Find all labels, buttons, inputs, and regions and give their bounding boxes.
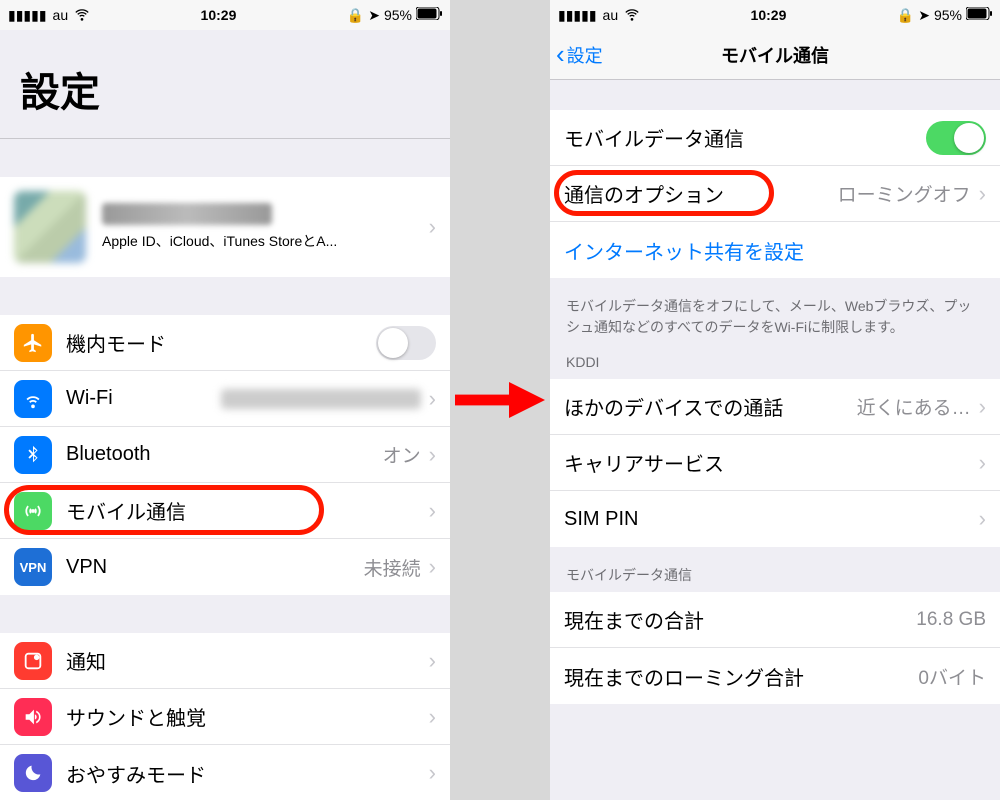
wifi-label: Wi-Fi bbox=[66, 387, 113, 410]
signal-icon: ▮▮▮▮▮ bbox=[8, 7, 47, 24]
data-options-value: ローミングオフ bbox=[838, 180, 971, 207]
page-title: 設定 bbox=[0, 30, 450, 138]
status-bar: ▮▮▮▮▮ au 10:29 🔒 ➤ 95% bbox=[550, 0, 1000, 30]
chevron-right-icon: › bbox=[429, 760, 436, 786]
data-options-label: 通信のオプション bbox=[564, 179, 724, 208]
sounds-icon bbox=[14, 698, 52, 736]
nav-bar: ‹ 設定 モバイル通信 bbox=[550, 30, 1000, 80]
notifications-icon bbox=[14, 642, 52, 680]
battery-percent: 95% bbox=[934, 7, 962, 23]
chevron-right-icon: › bbox=[979, 394, 986, 420]
bluetooth-label: Bluetooth bbox=[66, 443, 151, 466]
dnd-label: おやすみモード bbox=[66, 759, 206, 788]
airplane-label: 機内モード bbox=[66, 328, 166, 357]
lock-icon: 🔒 bbox=[897, 7, 914, 24]
mobile-data-screen: ▮▮▮▮▮ au 10:29 🔒 ➤ 95% ‹ 設定 モバイル通信 モバイルデ… bbox=[550, 0, 1000, 800]
mobile-data-footer: モバイルデータ通信をオフにして、メール、Webブラウズ、プッシュ通知などのすべて… bbox=[550, 278, 1000, 346]
bluetooth-icon bbox=[14, 436, 52, 474]
mobile-data-label: モバイルデータ通信 bbox=[564, 123, 744, 152]
total-usage-value: 16.8 GB bbox=[916, 609, 986, 631]
vpn-row[interactable]: VPN VPN 未接続 › bbox=[0, 539, 450, 595]
location-icon: ➤ bbox=[368, 7, 380, 24]
sim-pin-row[interactable]: SIM PIN › bbox=[550, 491, 1000, 547]
data-usage-header: モバイルデータ通信 bbox=[550, 547, 1000, 592]
chevron-right-icon: › bbox=[979, 450, 986, 476]
account-name-blurred bbox=[102, 203, 272, 225]
other-devices-label: ほかのデバイスでの通話 bbox=[564, 392, 783, 421]
airplane-icon bbox=[14, 324, 52, 362]
carrier-label: au bbox=[603, 7, 619, 23]
sounds-row[interactable]: サウンドと触覚 › bbox=[0, 689, 450, 745]
clock: 10:29 bbox=[90, 7, 347, 23]
other-devices-value: 近くにある… bbox=[857, 393, 971, 420]
roaming-usage-row: 現在までのローミング合計 0バイト bbox=[550, 648, 1000, 704]
wifi-icon bbox=[74, 6, 90, 25]
cellular-icon bbox=[14, 492, 52, 530]
total-usage-row: 現在までの合計 16.8 GB bbox=[550, 592, 1000, 648]
screen-title: モバイル通信 bbox=[550, 42, 1000, 68]
vpn-icon: VPN bbox=[14, 548, 52, 586]
roaming-usage-label: 現在までのローミング合計 bbox=[564, 662, 804, 691]
carrier-services-row[interactable]: キャリアサービス › bbox=[550, 435, 1000, 491]
data-options-row[interactable]: 通信のオプション ローミングオフ › bbox=[550, 166, 1000, 222]
hotspot-label: インターネット共有を設定 bbox=[564, 236, 804, 265]
wifi-row[interactable]: Wi-Fi › bbox=[0, 371, 450, 427]
sounds-label: サウンドと触覚 bbox=[66, 702, 206, 731]
apple-id-row[interactable]: Apple ID、iCloud、iTunes StoreとA... › bbox=[0, 177, 450, 277]
lock-icon: 🔒 bbox=[347, 7, 364, 24]
chevron-right-icon: › bbox=[429, 214, 436, 240]
account-subtitle: Apple ID、iCloud、iTunes StoreとA... bbox=[102, 231, 421, 251]
vpn-label: VPN bbox=[66, 556, 107, 579]
chevron-right-icon: › bbox=[429, 554, 436, 580]
chevron-right-icon: › bbox=[979, 181, 986, 207]
sim-pin-label: SIM PIN bbox=[564, 508, 638, 531]
chevron-right-icon: › bbox=[429, 442, 436, 468]
hotspot-row[interactable]: インターネット共有を設定 bbox=[550, 222, 1000, 278]
battery-icon bbox=[416, 7, 442, 23]
chevron-right-icon: › bbox=[429, 386, 436, 412]
battery-percent: 95% bbox=[384, 7, 412, 23]
chevron-right-icon: › bbox=[429, 498, 436, 524]
kddi-section-header: KDDI bbox=[550, 346, 1000, 379]
arrow-right-icon bbox=[455, 380, 545, 420]
mobile-data-toggle-row[interactable]: モバイルデータ通信 bbox=[550, 110, 1000, 166]
wifi-settings-icon bbox=[14, 380, 52, 418]
airplane-toggle[interactable] bbox=[376, 326, 436, 360]
settings-screen: ▮▮▮▮▮ au 10:29 🔒 ➤ 95% 設定 Apple ID、iClou… bbox=[0, 0, 450, 800]
mobile-data-toggle[interactable] bbox=[926, 121, 986, 155]
vpn-value: 未接続 bbox=[364, 554, 421, 581]
moon-icon bbox=[14, 754, 52, 792]
battery-icon bbox=[966, 7, 992, 23]
chevron-right-icon: › bbox=[429, 704, 436, 730]
notifications-row[interactable]: 通知 › bbox=[0, 633, 450, 689]
bluetooth-row[interactable]: Bluetooth オン › bbox=[0, 427, 450, 483]
total-usage-label: 現在までの合計 bbox=[564, 605, 704, 634]
location-icon: ➤ bbox=[918, 7, 930, 24]
wifi-value-blurred bbox=[221, 389, 421, 409]
mobile-label: モバイル通信 bbox=[66, 496, 186, 525]
dnd-row[interactable]: おやすみモード › bbox=[0, 745, 450, 800]
roaming-usage-value: 0バイト bbox=[918, 663, 986, 690]
airplane-mode-row[interactable]: 機内モード bbox=[0, 315, 450, 371]
carrier-services-label: キャリアサービス bbox=[564, 448, 724, 477]
clock: 10:29 bbox=[640, 7, 897, 23]
arrow-container bbox=[450, 0, 550, 800]
avatar bbox=[14, 191, 86, 263]
wifi-icon bbox=[624, 6, 640, 25]
status-bar: ▮▮▮▮▮ au 10:29 🔒 ➤ 95% bbox=[0, 0, 450, 30]
notifications-label: 通知 bbox=[66, 646, 106, 675]
chevron-right-icon: › bbox=[979, 506, 986, 532]
other-devices-row[interactable]: ほかのデバイスでの通話 近くにある… › bbox=[550, 379, 1000, 435]
carrier-label: au bbox=[53, 7, 69, 23]
mobile-data-row[interactable]: モバイル通信 › bbox=[0, 483, 450, 539]
signal-icon: ▮▮▮▮▮ bbox=[558, 7, 597, 24]
bluetooth-value: オン bbox=[383, 441, 421, 468]
chevron-right-icon: › bbox=[429, 648, 436, 674]
